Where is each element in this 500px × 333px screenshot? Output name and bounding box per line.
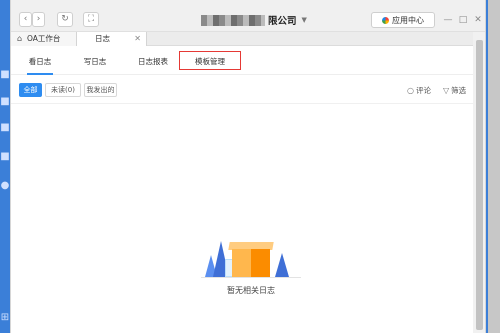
filter-bar: 全部 未读(0) 我发出的 ○ 评论 ▽ 筛选 bbox=[11, 76, 485, 102]
tab-bar: ⌂ OA工作台 日志 ✕ bbox=[11, 32, 485, 46]
app-window: ‹ › ↻ ⛶ 限公司 ▼ 应用中心 — □ ✕ ⌂ OA工作台 日志 ✕ 看日… bbox=[10, 0, 486, 333]
tab-log[interactable]: 日志 ✕ bbox=[77, 32, 147, 46]
tab-label: OA工作台 bbox=[27, 34, 61, 43]
log-subtabs: 看日志 写日志 日志报表 模板管理 bbox=[11, 47, 485, 75]
app-center-label: 应用中心 bbox=[392, 15, 424, 25]
comment-icon: ○ bbox=[407, 86, 414, 95]
refresh-button[interactable]: ↻ bbox=[57, 12, 73, 27]
app-center-icon bbox=[382, 16, 389, 24]
desktop-icon[interactable]: ■ bbox=[0, 97, 10, 107]
filter-action[interactable]: ▽ 筛选 bbox=[443, 85, 466, 97]
fullscreen-icon: ⛶ bbox=[87, 14, 95, 24]
filter-sent-by-me-button[interactable]: 我发出的 bbox=[84, 83, 117, 97]
subtab-log-report[interactable]: 日志报表 bbox=[135, 56, 171, 68]
maximize-icon[interactable]: □ bbox=[457, 14, 469, 26]
title-bar: ‹ › ↻ ⛶ 限公司 ▼ 应用中心 — □ ✕ bbox=[11, 0, 485, 32]
highlight-box bbox=[179, 51, 241, 70]
comment-action[interactable]: ○ 评论 bbox=[407, 85, 431, 97]
scrollbar-thumb[interactable] bbox=[476, 40, 483, 330]
empty-state-message: 暂无相关日志 bbox=[227, 286, 275, 295]
forward-icon: › bbox=[36, 14, 41, 24]
open-box bbox=[232, 249, 270, 277]
window-title[interactable]: 限公司 ▼ bbox=[201, 13, 307, 27]
filter-label: 筛选 bbox=[451, 86, 467, 95]
desktop-icon[interactable]: ■ bbox=[0, 70, 10, 80]
app-center-button[interactable]: 应用中心 bbox=[371, 12, 435, 28]
tab-close-icon[interactable]: ✕ bbox=[134, 32, 141, 46]
windows-start-icon[interactable]: ⊞ bbox=[0, 313, 10, 323]
redacted-company-name bbox=[201, 14, 265, 26]
filter-all-button[interactable]: 全部 bbox=[19, 83, 42, 97]
caret-down-icon: ▼ bbox=[301, 16, 307, 24]
subtab-view-log[interactable]: 看日志 bbox=[27, 56, 53, 75]
desktop-background-right bbox=[488, 0, 500, 333]
fullscreen-button[interactable]: ⛶ bbox=[83, 12, 99, 27]
close-icon[interactable]: ✕ bbox=[472, 14, 484, 26]
comment-label: 评论 bbox=[415, 86, 431, 95]
tab-label: 日志 bbox=[95, 34, 110, 43]
refresh-icon: ↻ bbox=[61, 14, 69, 24]
window-title-text: 限公司 bbox=[268, 16, 297, 27]
minimize-icon[interactable]: — bbox=[442, 14, 454, 26]
divider bbox=[11, 103, 485, 104]
filter-icon: ▽ bbox=[443, 86, 450, 95]
back-icon: ‹ bbox=[23, 14, 28, 24]
back-button[interactable]: ‹ bbox=[19, 12, 32, 27]
desktop-icon[interactable]: ● bbox=[0, 181, 10, 191]
desktop-icon[interactable]: ■ bbox=[0, 123, 10, 133]
forward-button[interactable]: › bbox=[32, 12, 45, 27]
subtab-write-log[interactable]: 写日志 bbox=[82, 56, 108, 68]
desktop-icon[interactable]: ■ bbox=[0, 152, 10, 162]
ground-line bbox=[201, 277, 301, 278]
filter-unread-button[interactable]: 未读(0) bbox=[45, 83, 81, 97]
tab-oa-workbench[interactable]: ⌂ OA工作台 bbox=[11, 32, 77, 46]
plant-leaf bbox=[275, 253, 289, 277]
home-icon: ⌂ bbox=[17, 34, 23, 43]
